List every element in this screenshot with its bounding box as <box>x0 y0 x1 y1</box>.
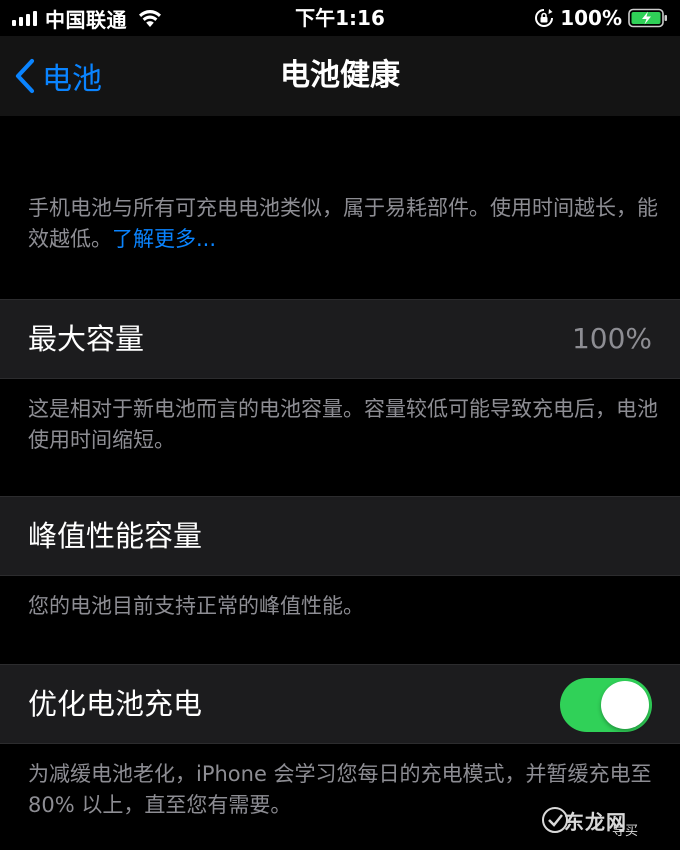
peak-performance-footer: 您的电池目前支持正常的峰值性能。 <box>28 594 364 618</box>
toggle-knob <box>601 681 649 729</box>
page-title: 电池健康 <box>280 58 400 93</box>
optimized-charging-row: 优化电池充电 <box>0 664 680 744</box>
optimized-charging-toggle[interactable] <box>560 678 652 732</box>
watermark-logo: 东龙网 导买 <box>540 802 670 839</box>
status-bar-right: 100% <box>534 6 668 30</box>
intro-description: 手机电池与所有可充电电池类似，属于易耗部件。使用时间越长，能效越低。了解更多..… <box>28 193 658 255</box>
battery-charging-icon <box>628 8 667 28</box>
watermark-sub: 导买 <box>612 824 639 839</box>
peak-performance-label: 峰值性能容量 <box>28 519 203 553</box>
learn-more-link[interactable]: 了解更多... <box>112 227 216 251</box>
max-capacity-row: 最大容量 100% <box>0 299 680 379</box>
rotation-lock-icon <box>535 9 554 27</box>
max-capacity-value: 100% <box>571 322 652 355</box>
status-bar: 中国联通 下午1:16 100% <box>0 0 680 36</box>
battery-percent: 100% <box>560 6 622 30</box>
peak-performance-row: 峰值性能容量 <box>0 496 680 576</box>
navigation-bar: 电池 电池健康 <box>0 36 680 116</box>
optimized-charging-label: 优化电池充电 <box>28 687 203 721</box>
max-capacity-label: 最大容量 <box>28 322 145 356</box>
max-capacity-footer: 这是相对于新电池而言的电池容量。容量较低可能导致充电后，电池使用时间缩短。 <box>28 397 658 452</box>
